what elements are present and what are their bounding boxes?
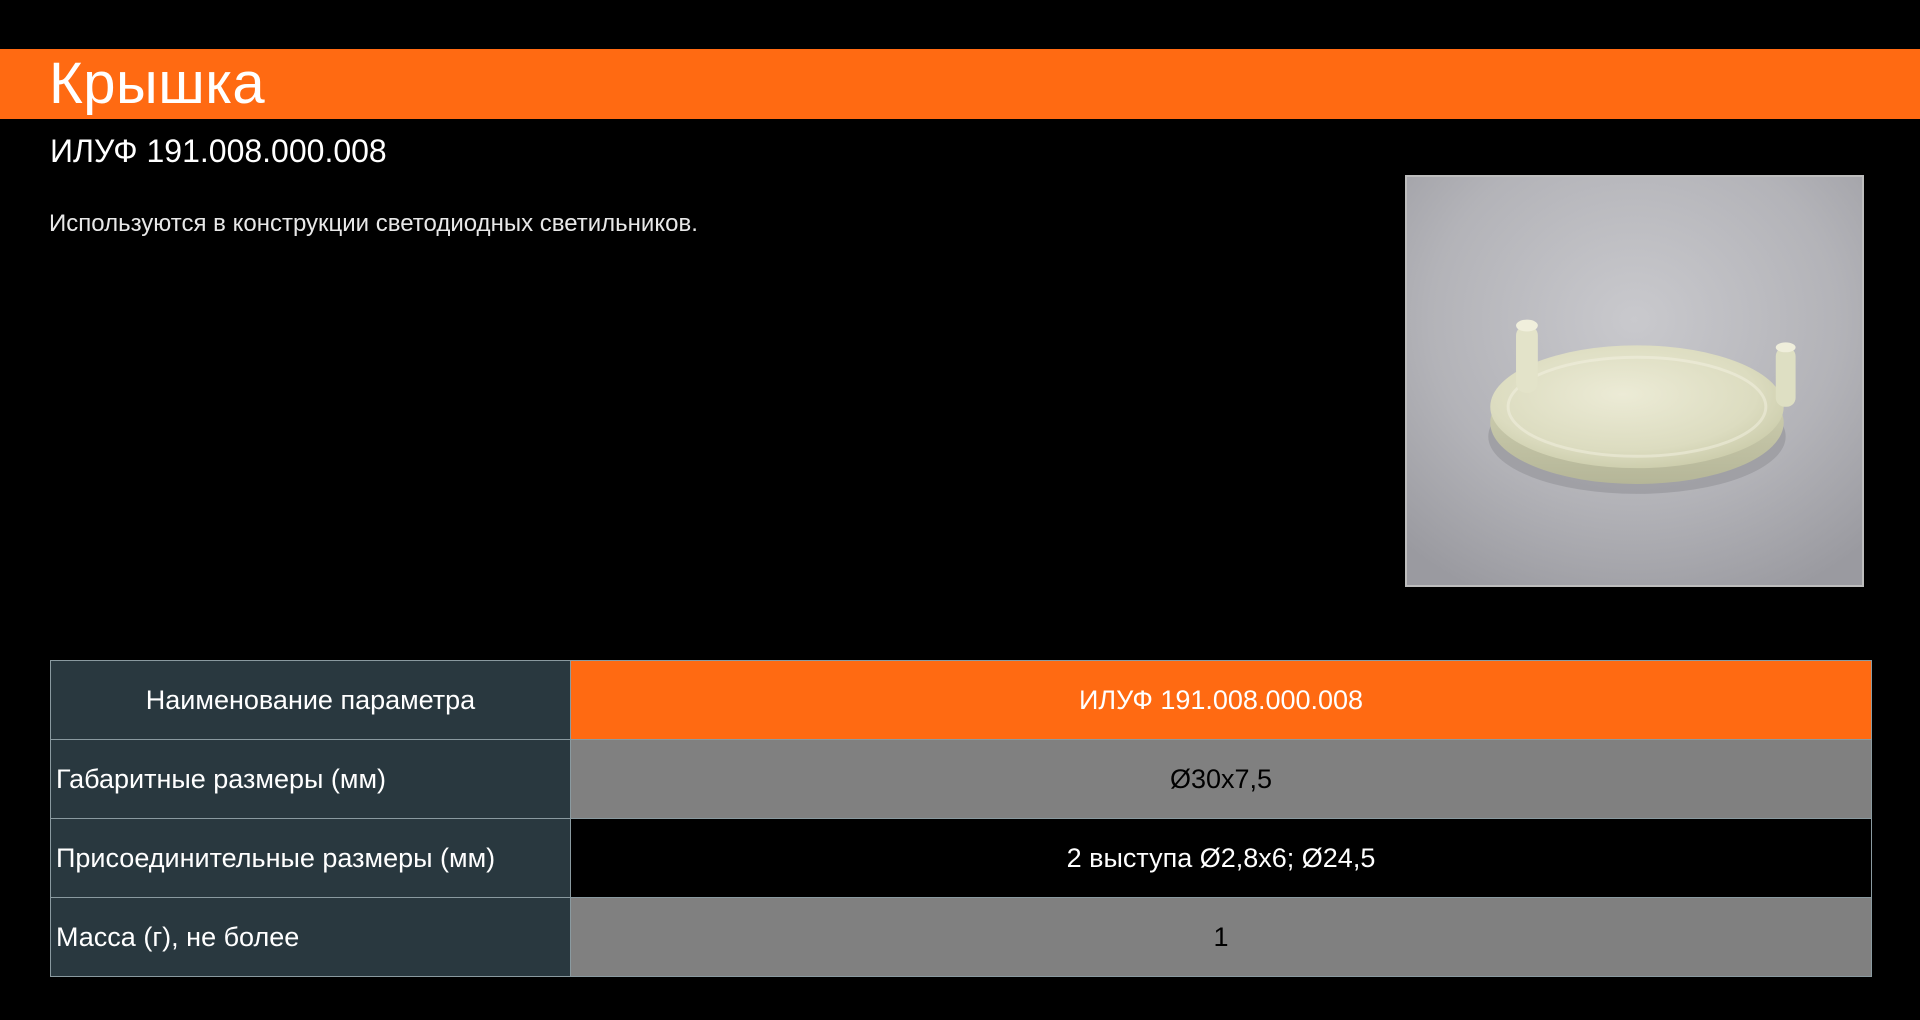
product-photo [1405, 175, 1864, 587]
cap-illustration [1407, 177, 1862, 585]
page-title: Крышка [49, 51, 266, 116]
product-code: ИЛУФ 191.008.000.008 [50, 133, 387, 169]
table-row: Габаритные размеры (мм) Ø30x7,5 [50, 739, 1872, 819]
table-header-row: Наименование параметра ИЛУФ 191.008.000.… [50, 660, 1872, 740]
param-value: 2 выступа Ø2,8x6; Ø24,5 [570, 818, 1872, 898]
param-name: Присоединительные размеры (мм) [50, 818, 571, 898]
table-row: Масса (г), не более 1 [50, 897, 1872, 977]
param-name: Масса (г), не более [50, 897, 571, 977]
header-product-code: ИЛУФ 191.008.000.008 [570, 660, 1872, 740]
param-value: Ø30x7,5 [570, 739, 1872, 819]
product-page: Крышка ИЛУФ 191.008.000.008 Используются… [0, 0, 1920, 1020]
table-row: Присоединительные размеры (мм) 2 выступа… [50, 818, 1872, 898]
parameters-table: Наименование параметра ИЛУФ 191.008.000.… [50, 660, 1872, 977]
param-value: 1 [570, 897, 1872, 977]
param-name: Габаритные размеры (мм) [50, 739, 571, 819]
product-description: Используются в конструкции светодиодных … [49, 210, 698, 237]
header-parameter-name: Наименование параметра [50, 660, 571, 740]
title-bar: Крышка [0, 49, 1920, 119]
